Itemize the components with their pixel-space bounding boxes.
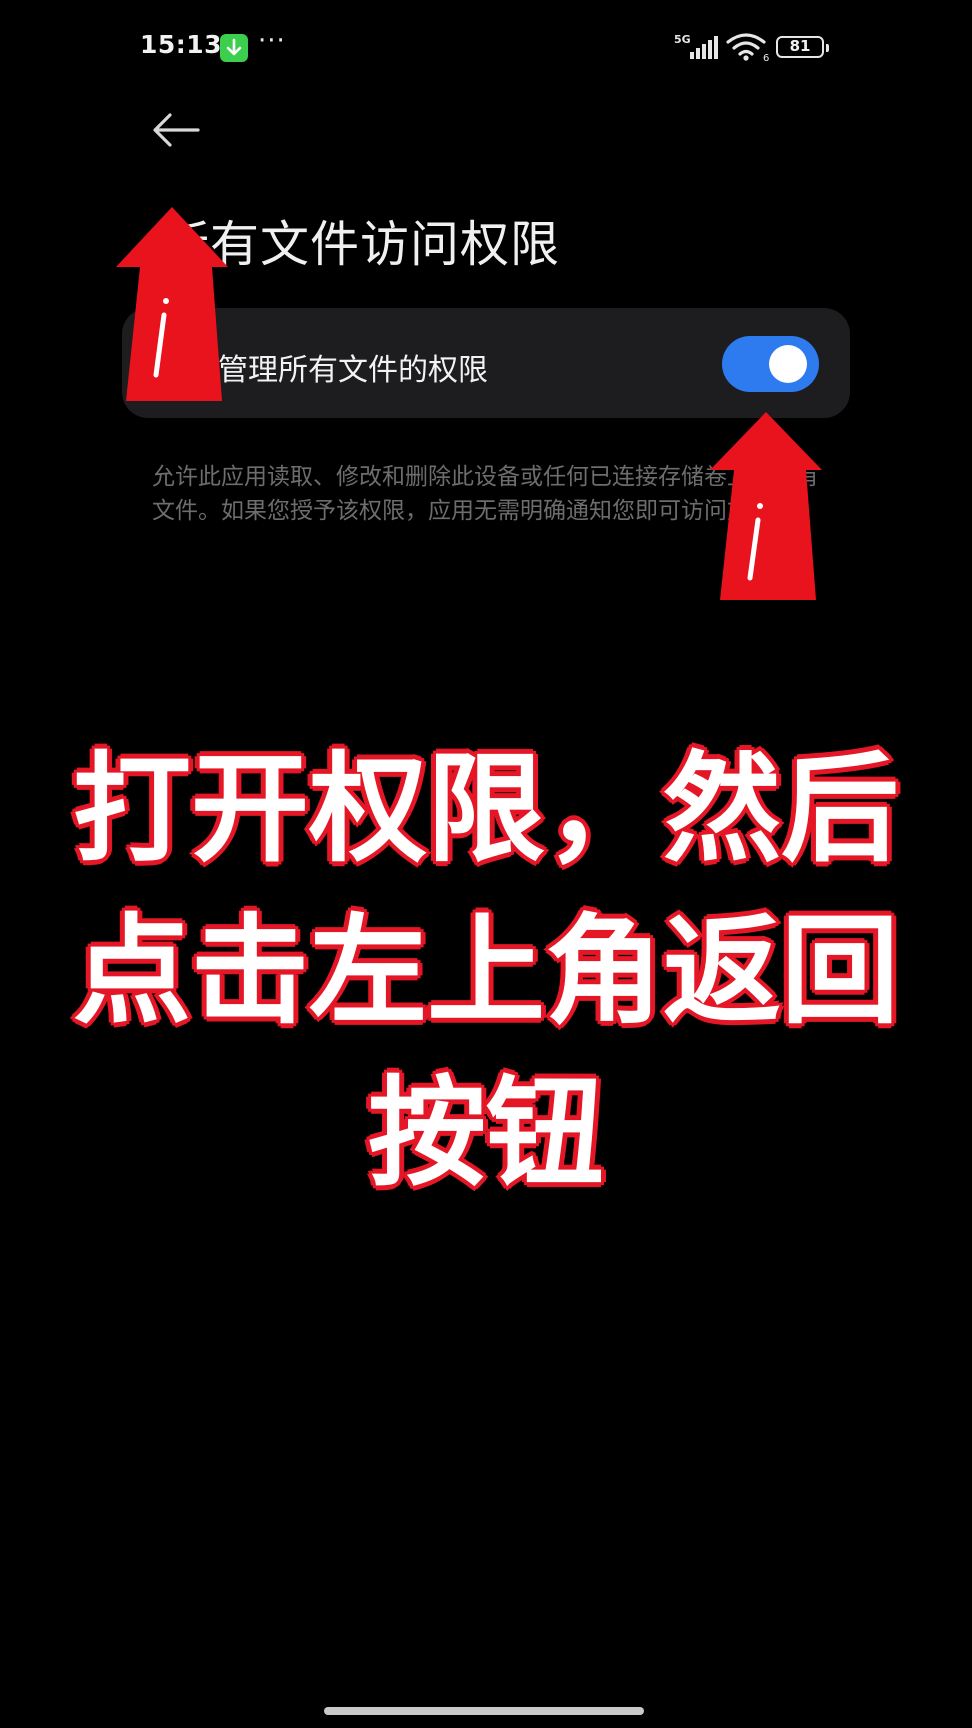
wifi-generation: 6: [763, 53, 769, 62]
cellular-signal-icon: 5G: [674, 32, 722, 66]
status-bar: 15:13 ··· 5G 6 81: [0, 26, 972, 68]
network-type: 5G: [674, 33, 691, 46]
clock: 15:13: [140, 30, 223, 59]
toggle-knob: [769, 345, 807, 383]
red-arrow-icon: [116, 207, 228, 401]
battery-level: 81: [789, 37, 811, 55]
back-button[interactable]: [150, 110, 202, 150]
red-arrow-icon: [710, 412, 822, 600]
battery-icon: 81: [776, 36, 829, 58]
overlay-line-2: 点击左上角返回: [70, 900, 901, 1043]
setting-label: 管理所有文件的权限: [218, 353, 488, 388]
permission-toggle[interactable]: [722, 336, 819, 392]
wifi-icon: 6: [726, 32, 770, 66]
overlay-line-1: 打开权限，然后: [70, 738, 901, 881]
download-icon: [220, 34, 248, 62]
more-notifications-icon: ···: [258, 26, 286, 56]
home-indicator[interactable]: [324, 1707, 644, 1715]
overlay-line-3: 按钮: [365, 1062, 606, 1205]
back-arrow-icon: [153, 113, 200, 147]
